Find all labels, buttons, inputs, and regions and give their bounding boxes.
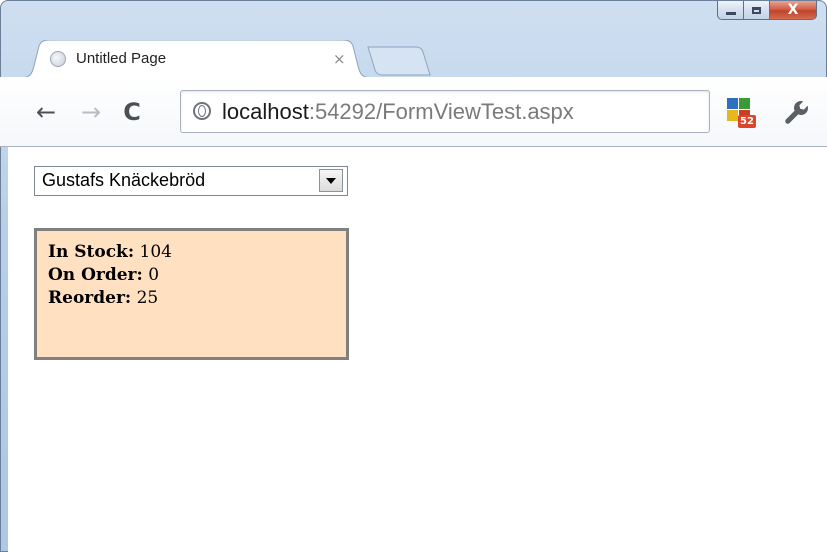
minimize-icon: [725, 11, 736, 15]
on-order-label: On Order:: [48, 265, 143, 285]
url-path: :54292/FormViewTest.aspx: [308, 99, 574, 124]
globe-icon: [50, 51, 66, 67]
tab-title: Untitled Page: [76, 50, 167, 67]
dropdown-arrow-button[interactable]: [319, 169, 343, 192]
window-controls: X: [717, 1, 817, 23]
tab-untitled-page[interactable]: [20, 40, 372, 78]
forward-button[interactable]: →: [77, 98, 105, 126]
in-stock-label: In Stock:: [48, 242, 135, 262]
reorder-value: 25: [136, 288, 159, 308]
extension-badge: 52: [738, 115, 756, 128]
on-order-row: On Order: 0: [48, 264, 346, 287]
in-stock-row: In Stock: 104: [48, 241, 346, 264]
reload-button[interactable]: C: [118, 98, 146, 126]
reorder-label: Reorder:: [48, 288, 132, 308]
on-order-value: 0: [148, 265, 160, 285]
close-window-button[interactable]: X: [770, 1, 817, 20]
wrench-icon[interactable]: [782, 98, 810, 126]
minimize-button[interactable]: [717, 1, 744, 20]
url-host: localhost: [222, 99, 309, 124]
product-dropdown-value: Gustafs Knäckebröd: [42, 170, 206, 190]
url-text[interactable]: localhost:54292/FormViewTest.aspx: [222, 99, 574, 125]
stock-details-panel: In Stock: 104 On Order: 0 Reorder: 25: [34, 228, 349, 360]
in-stock-value: 104: [139, 242, 172, 262]
maximize-button[interactable]: [744, 1, 770, 20]
close-icon: X: [787, 2, 799, 18]
back-button[interactable]: ←: [32, 98, 60, 126]
maximize-icon: [752, 6, 761, 14]
reorder-row: Reorder: 25: [48, 287, 346, 310]
page-info-icon[interactable]: [193, 102, 211, 120]
chevron-down-icon: [326, 177, 336, 184]
tab-close-icon[interactable]: ×: [333, 50, 346, 68]
new-tab-button[interactable]: [366, 46, 432, 76]
